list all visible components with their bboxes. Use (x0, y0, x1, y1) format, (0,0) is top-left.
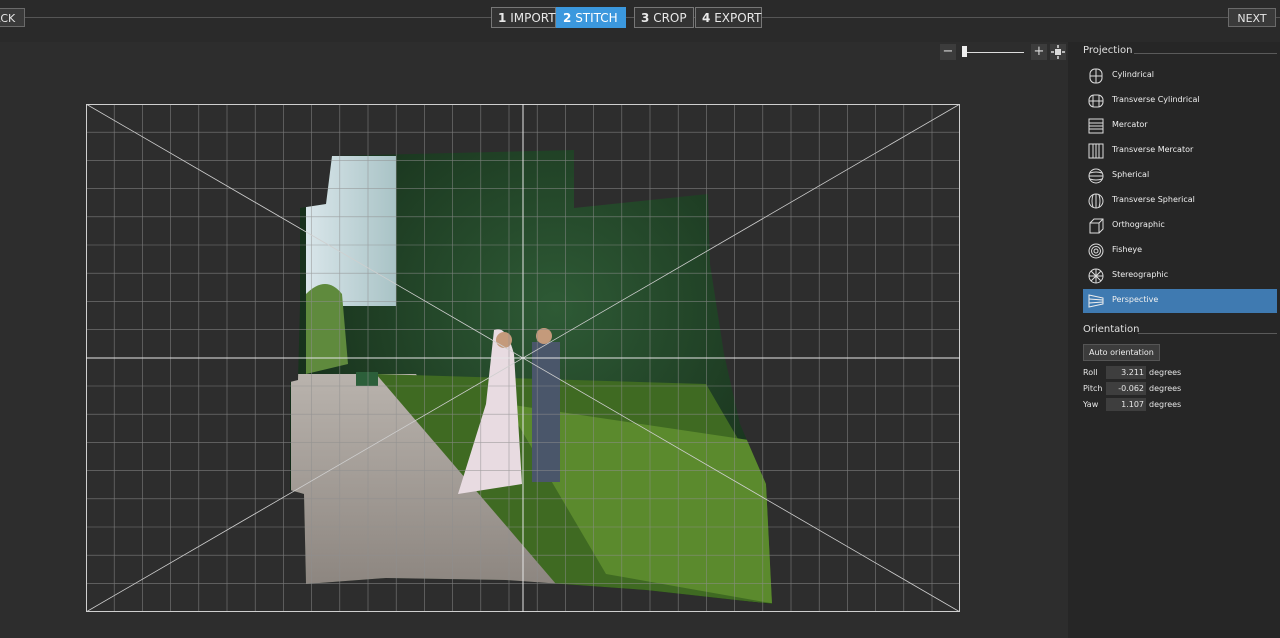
projection-perspective[interactable]: Perspective (1083, 289, 1277, 313)
step-label: STITCH (575, 11, 618, 25)
fit-icon[interactable] (1050, 44, 1066, 60)
step-import[interactable]: 1 IMPORT (491, 7, 556, 28)
orientation-title: Orientation (1083, 324, 1140, 335)
step-number: 4 (702, 11, 711, 25)
perspective-icon (1088, 294, 1104, 308)
zoom-out-button[interactable]: − (940, 44, 956, 60)
yaw-input[interactable]: 1.107 (1106, 398, 1146, 411)
fisheye-icon (1088, 243, 1104, 259)
projection-fisheye[interactable]: Fisheye (1083, 239, 1277, 263)
projection-transverse-mercator[interactable]: Transverse Mercator (1083, 139, 1277, 163)
projection-label: Spherical (1112, 170, 1150, 179)
projection-title: Projection (1083, 45, 1133, 56)
step-number: 3 (641, 11, 650, 25)
projection-stereographic[interactable]: Stereographic (1083, 264, 1277, 288)
projection-cylindrical[interactable]: Cylindrical (1083, 64, 1277, 88)
auto-orientation-button[interactable]: Auto orientation (1083, 344, 1160, 361)
step-label: CROP (653, 11, 687, 25)
transverse-spherical-icon (1088, 193, 1104, 209)
step-label: IMPORT (510, 11, 556, 25)
roll-label: Roll (1083, 368, 1098, 377)
projection-transverse-spherical[interactable]: Transverse Spherical (1083, 189, 1277, 213)
orthographic-icon (1089, 218, 1104, 234)
next-button[interactable]: NEXT (1228, 8, 1276, 27)
projection-label: Stereographic (1112, 270, 1169, 279)
step-label: EXPORT (714, 11, 762, 25)
step-number: 1 (498, 11, 507, 25)
transverse-mercator-icon (1088, 143, 1104, 159)
projection-label: Mercator (1112, 120, 1148, 129)
projection-label: Orthographic (1112, 220, 1165, 229)
pitch-unit: degrees (1149, 384, 1182, 393)
cylindrical-icon (1089, 68, 1103, 84)
top-bar: ACK 1 IMPORT 2 STITCH 3 CROP 4 EXPORT NE… (0, 0, 1280, 42)
step-number: 2 (563, 11, 572, 25)
projection-spherical[interactable]: Spherical (1083, 164, 1277, 188)
zoom-in-button[interactable]: + (1031, 44, 1047, 60)
roll-unit: degrees (1149, 368, 1182, 377)
zoom-slider-thumb[interactable] (962, 46, 967, 57)
projection-mercator[interactable]: Mercator (1083, 114, 1277, 138)
section-divider (1134, 53, 1277, 54)
projection-label: Transverse Mercator (1112, 145, 1194, 154)
step-export[interactable]: 4 EXPORT (695, 7, 762, 28)
transverse-cylindrical-icon (1088, 94, 1104, 108)
projection-orthographic[interactable]: Orthographic (1083, 214, 1277, 238)
back-button[interactable]: ACK (0, 8, 25, 27)
step-crop[interactable]: 3 CROP (634, 7, 694, 28)
projection-label: Transverse Cylindrical (1112, 95, 1200, 104)
step-stitch[interactable]: 2 STITCH (556, 7, 626, 28)
zoom-slider[interactable] (962, 52, 1024, 53)
mercator-icon (1088, 118, 1104, 134)
projection-label: Transverse Spherical (1112, 195, 1195, 204)
yaw-label: Yaw (1083, 400, 1099, 409)
spherical-icon (1088, 168, 1104, 184)
section-divider (1138, 333, 1277, 334)
roll-input[interactable]: 3.211 (1106, 366, 1146, 379)
projection-label: Perspective (1112, 295, 1159, 304)
stereographic-icon (1088, 268, 1104, 284)
pitch-input[interactable]: -0.062 (1106, 382, 1146, 395)
projection-label: Cylindrical (1112, 70, 1154, 79)
settings-panel: Projection Cylindrical Transverse Cylind… (1068, 42, 1280, 638)
yaw-unit: degrees (1149, 400, 1182, 409)
pitch-label: Pitch (1083, 384, 1103, 393)
panorama-preview[interactable] (85, 103, 961, 613)
projection-label: Fisheye (1112, 245, 1143, 254)
projection-transverse-cylindrical[interactable]: Transverse Cylindrical (1083, 89, 1277, 113)
